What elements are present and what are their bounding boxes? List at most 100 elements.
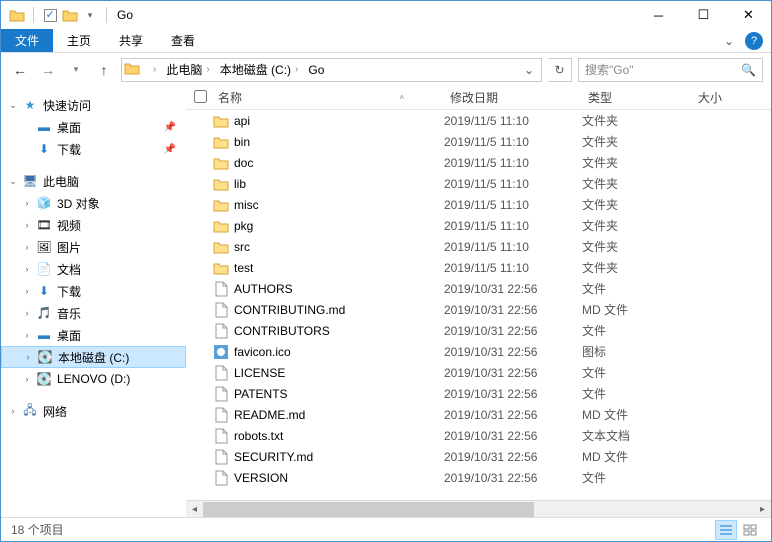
forward-button[interactable]: → (37, 59, 59, 81)
qat-dropdown-icon[interactable]: ▾ (82, 7, 98, 23)
thumbnails-view-button[interactable] (739, 520, 761, 540)
tab-view[interactable]: 查看 (157, 29, 209, 52)
search-input[interactable]: 搜索"Go" 🔍 (578, 58, 763, 82)
file-type: 文件夹 (582, 196, 692, 213)
file-type: 文件夹 (582, 259, 692, 276)
file-row[interactable]: LICENSE2019/10/31 22:56文件 (186, 362, 771, 383)
maximize-button[interactable]: ☐ (681, 1, 726, 29)
scrollbar-thumb[interactable] (203, 502, 534, 517)
nav-desktop[interactable]: ▬桌面📌 (1, 116, 186, 138)
tab-home[interactable]: 主页 (53, 29, 105, 52)
back-button[interactable]: ← (9, 59, 31, 81)
nav-quick-access[interactable]: ⌄★快速访问 (1, 94, 186, 116)
file-name: test (230, 261, 444, 275)
column-size[interactable]: 大小 (692, 89, 742, 106)
nav-downloads[interactable]: ›⬇下载 (1, 280, 186, 302)
file-type: 文本文档 (582, 427, 692, 444)
file-row[interactable]: robots.txt2019/10/31 22:56文本文档 (186, 425, 771, 446)
breadcrumb[interactable]: 本地磁盘 (C:)› (215, 59, 304, 81)
file-row[interactable]: README.md2019/10/31 22:56MD 文件 (186, 404, 771, 425)
file-icon (212, 365, 230, 381)
file-row[interactable]: bin2019/11/5 11:10文件夹 (186, 131, 771, 152)
column-type[interactable]: 类型 (582, 89, 692, 106)
column-date[interactable]: 修改日期 (444, 89, 582, 106)
ribbon-expand-icon[interactable]: ⌄ (717, 29, 741, 52)
minimize-button[interactable]: ─ (636, 1, 681, 29)
nav-local-disk-c[interactable]: ›💽本地磁盘 (C:) (1, 346, 186, 368)
file-type: MD 文件 (582, 301, 692, 318)
nav-videos[interactable]: ›🎞视频 (1, 214, 186, 236)
desktop-icon: ▬ (36, 327, 52, 343)
file-type: MD 文件 (582, 448, 692, 465)
folder-icon (62, 7, 78, 23)
file-row[interactable]: favicon.ico2019/10/31 22:56图标 (186, 341, 771, 362)
file-row[interactable]: VERSION2019/10/31 22:56文件 (186, 467, 771, 488)
horizontal-scrollbar[interactable]: ◂ ▸ (186, 500, 771, 517)
file-row[interactable]: pkg2019/11/5 11:10文件夹 (186, 215, 771, 236)
nav-documents[interactable]: ›📄文档 (1, 258, 186, 280)
breadcrumb[interactable]: Go (303, 59, 329, 81)
scroll-right-icon[interactable]: ▸ (754, 504, 771, 515)
select-all-checkbox[interactable] (194, 90, 207, 103)
breadcrumb[interactable]: 此电脑› (161, 59, 214, 81)
file-list[interactable]: api2019/11/5 11:10文件夹bin2019/11/5 11:10文… (186, 110, 771, 500)
downloads-icon: ⬇ (36, 283, 52, 299)
nav-network[interactable]: ›🖧网络 (1, 400, 186, 422)
scroll-left-icon[interactable]: ◂ (186, 504, 203, 515)
tab-share[interactable]: 共享 (105, 29, 157, 52)
file-date: 2019/10/31 22:56 (444, 366, 582, 380)
tab-file[interactable]: 文件 (1, 29, 53, 52)
search-placeholder: 搜索"Go" (585, 61, 634, 78)
address-dropdown-icon[interactable]: ⌄ (519, 63, 539, 77)
file-row[interactable]: CONTRIBUTORS2019/10/31 22:56文件 (186, 320, 771, 341)
nav-3d-objects[interactable]: ›🧊3D 对象 (1, 192, 186, 214)
file-name: SECURITY.md (230, 450, 444, 464)
file-row[interactable]: AUTHORS2019/10/31 22:56文件 (186, 278, 771, 299)
help-icon[interactable]: ? (745, 32, 763, 50)
star-icon: ★ (22, 97, 38, 113)
file-icon (212, 386, 230, 402)
file-type: 文件夹 (582, 217, 692, 234)
address-bar[interactable]: › 此电脑› 本地磁盘 (C:)› Go ⌄ (121, 58, 542, 82)
file-name: pkg (230, 219, 444, 233)
file-row[interactable]: src2019/11/5 11:10文件夹 (186, 236, 771, 257)
details-view-button[interactable] (715, 520, 737, 540)
up-button[interactable]: ↑ (93, 59, 115, 81)
file-row[interactable]: lib2019/11/5 11:10文件夹 (186, 173, 771, 194)
file-date: 2019/11/5 11:10 (444, 261, 582, 275)
folder-icon (9, 7, 25, 23)
file-icon (212, 344, 230, 360)
file-row[interactable]: SECURITY.md2019/10/31 22:56MD 文件 (186, 446, 771, 467)
nav-lenovo-d[interactable]: ›💽LENOVO (D:) (1, 368, 186, 390)
nav-pictures[interactable]: ›🖼图片 (1, 236, 186, 258)
file-row[interactable]: doc2019/11/5 11:10文件夹 (186, 152, 771, 173)
qat-checkbox-icon[interactable]: ✓ (42, 7, 58, 23)
file-type: 文件 (582, 322, 692, 339)
nav-desktop[interactable]: ›▬桌面 (1, 324, 186, 346)
recent-dropdown-icon[interactable]: ▾ (65, 59, 87, 81)
file-icon (212, 302, 230, 318)
file-icon (212, 281, 230, 297)
file-type: 文件夹 (582, 112, 692, 129)
file-date: 2019/10/31 22:56 (444, 324, 582, 338)
file-row[interactable]: misc2019/11/5 11:10文件夹 (186, 194, 771, 215)
file-date: 2019/10/31 22:56 (444, 303, 582, 317)
file-date: 2019/10/31 22:56 (444, 387, 582, 401)
breadcrumb-label: 此电脑 (166, 61, 202, 78)
file-date: 2019/10/31 22:56 (444, 345, 582, 359)
nav-downloads[interactable]: ⬇下载📌 (1, 138, 186, 160)
close-button[interactable]: ✕ (726, 1, 771, 29)
column-name[interactable]: 名称˄ (212, 89, 444, 106)
nav-music[interactable]: ›🎵音乐 (1, 302, 186, 324)
file-row[interactable]: test2019/11/5 11:10文件夹 (186, 257, 771, 278)
file-row[interactable]: CONTRIBUTING.md2019/10/31 22:56MD 文件 (186, 299, 771, 320)
file-list-area: 名称˄ 修改日期 类型 大小 api2019/11/5 11:10文件夹bin2… (186, 86, 771, 517)
file-row[interactable]: api2019/11/5 11:10文件夹 (186, 110, 771, 131)
window-title: Go (111, 8, 133, 22)
file-row[interactable]: PATENTS2019/10/31 22:56文件 (186, 383, 771, 404)
refresh-button[interactable]: ↻ (548, 58, 572, 82)
video-icon: 🎞 (36, 217, 52, 233)
folder-icon (212, 239, 230, 255)
breadcrumb[interactable]: › (144, 59, 161, 81)
nav-this-pc[interactable]: ⌄🖥此电脑 (1, 170, 186, 192)
